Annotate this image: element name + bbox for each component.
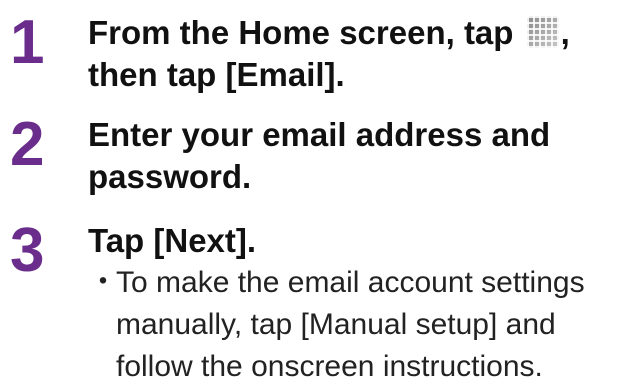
step-text-part: Enter your email address and (88, 116, 551, 153)
apps-grid-icon (526, 16, 559, 48)
step-text-part: From the Home screen, tap (88, 14, 514, 51)
note-line: manually, tap [Manual setup] and (116, 308, 556, 341)
step-number: 3 (10, 216, 45, 285)
step-text-part: password. (88, 158, 252, 195)
step-text: From the Home screen, tap , then tap [Em… (88, 12, 623, 96)
step-text: Tap [Next]. (88, 220, 623, 262)
step-text-part: , (560, 14, 570, 51)
note-line: follow the onscreen instructions. (116, 350, 543, 383)
note-line: To make the email account settings (116, 266, 585, 299)
step-text: Enter your email address and password. (88, 114, 623, 198)
step-number: 2 (10, 110, 45, 179)
step-text-part: then tap [Email]. (88, 56, 345, 93)
step-number: 1 (10, 8, 45, 77)
step-text-part: Tap [Next]. (88, 222, 257, 259)
step-note: ・ To make the email account settings man… (88, 262, 628, 388)
note-bullet: ・ (88, 266, 118, 299)
